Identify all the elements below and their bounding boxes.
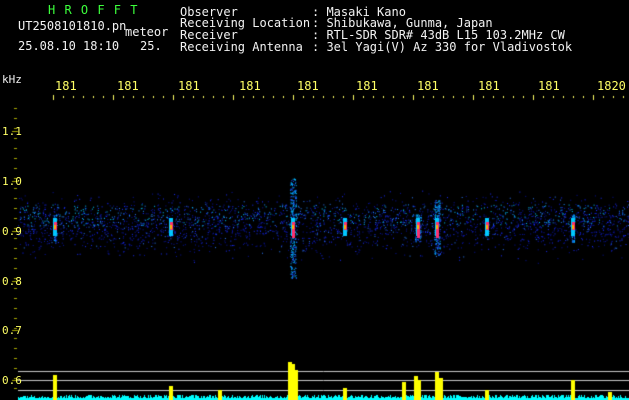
freq-tick-label: 0.9 bbox=[2, 225, 22, 238]
time-tick-label: 181 bbox=[297, 79, 319, 93]
antenna-value: : 3el Yagi(V) Az 330 for Vladivostok bbox=[312, 40, 573, 54]
time-tick-label: 181 bbox=[117, 79, 139, 93]
unit-label: kHz bbox=[2, 73, 22, 86]
date-time: 25.08.10 18:10 bbox=[18, 39, 120, 53]
hrofft-screen: H R O F F T UT2508101810.pn meteor 25.08… bbox=[0, 0, 629, 400]
date-time-extra: 25. bbox=[140, 39, 162, 53]
freq-tick-label: 1.0 bbox=[2, 175, 22, 188]
time-tick-label: 181 bbox=[538, 79, 560, 93]
freq-tick-label: 0.8 bbox=[2, 275, 22, 288]
freq-tick-label: 0.7 bbox=[2, 324, 22, 337]
time-tick-label: 181 bbox=[478, 79, 500, 93]
freq-tick-label: 1.1 bbox=[2, 125, 22, 138]
mode-label: meteor bbox=[125, 25, 169, 39]
antenna-label: Receiving Antenna bbox=[180, 40, 303, 54]
time-tick-label: 181 bbox=[178, 79, 200, 93]
file-name: UT2508101810.pn bbox=[18, 19, 127, 33]
time-tick-label: 181 bbox=[239, 79, 261, 93]
time-tick-label: 181 bbox=[356, 79, 378, 93]
time-tick-label: 181 bbox=[417, 79, 439, 93]
freq-tick-label: 0.6 bbox=[2, 374, 22, 387]
brand-title: H R O F F T bbox=[48, 3, 139, 17]
time-tick-label: 1820 bbox=[597, 79, 626, 93]
spectrogram-plot bbox=[0, 0, 629, 400]
time-tick-label: 181 bbox=[55, 79, 77, 93]
